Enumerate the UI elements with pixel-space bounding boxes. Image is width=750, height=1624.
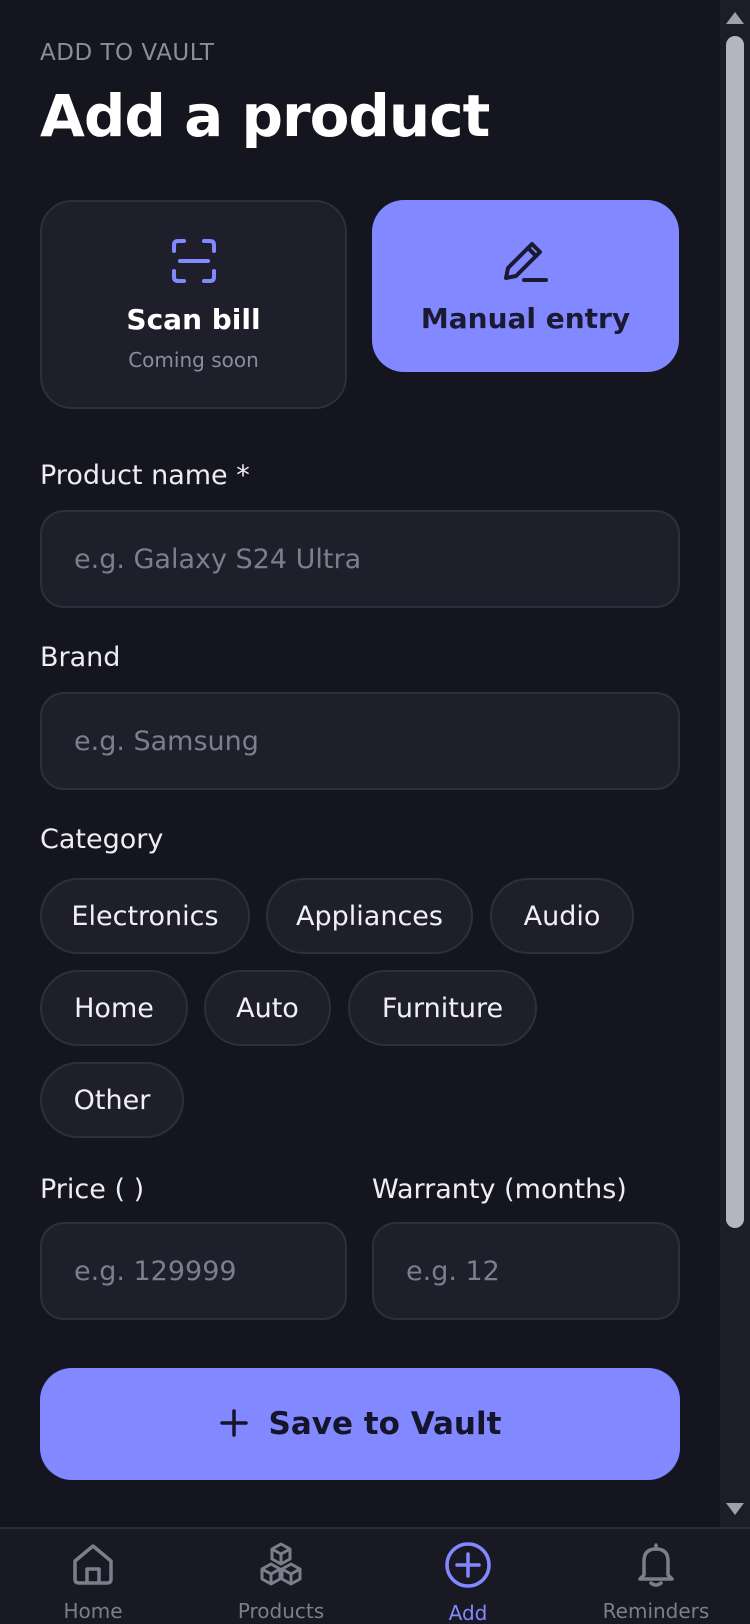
scan-bill-option[interactable]: Scan bill Coming soon [40,200,347,409]
manual-entry-option[interactable]: Manual entry [372,200,679,372]
nav-label-reminders: Reminders [602,1599,710,1623]
scan-icon [170,237,218,289]
nav-item-add[interactable]: Add [393,1541,543,1624]
page-title: Add a product [40,82,490,150]
brand-input[interactable] [40,692,680,790]
bottom-navigation: Home Products Add Reminders [0,1527,750,1624]
product-name-input[interactable] [40,510,680,608]
price-label: Price ( ) [40,1174,145,1205]
category-chip-audio[interactable]: Audio [490,878,634,954]
save-to-vault-button[interactable]: Save to Vault [40,1368,680,1480]
nav-label-add: Add [448,1601,488,1624]
bell-icon [633,1541,679,1591]
save-to-vault-label: Save to Vault [268,1406,502,1442]
home-icon [70,1541,116,1591]
nav-item-products[interactable]: Products [206,1541,356,1623]
scrollbar-thumb[interactable] [726,36,744,1228]
add-circle-icon [444,1541,492,1593]
nav-label-home: Home [63,1599,123,1623]
scroll-up-icon[interactable] [726,12,744,24]
category-label: Category [40,824,164,855]
pencil-icon [502,238,550,288]
scroll-down-icon[interactable] [726,1503,744,1515]
brand-label: Brand [40,642,121,673]
cubes-icon [258,1541,304,1591]
manual-entry-title: Manual entry [420,301,631,335]
scan-bill-subtitle: Coming soon [128,348,259,372]
scrollbar[interactable] [720,0,750,1527]
price-input[interactable] [40,1222,347,1320]
scan-bill-title: Scan bill [126,303,261,336]
plus-icon [219,1403,249,1445]
category-chip-auto[interactable]: Auto [204,970,331,1046]
nav-item-home[interactable]: Home [18,1541,168,1623]
category-chip-furniture[interactable]: Furniture [348,970,537,1046]
nav-item-reminders[interactable]: Reminders [581,1541,731,1623]
category-chip-other[interactable]: Other [40,1062,184,1138]
nav-label-products: Products [237,1599,325,1623]
category-chip-home[interactable]: Home [40,970,188,1046]
warranty-input[interactable] [372,1222,680,1320]
page-eyebrow: ADD TO VAULT [40,40,215,66]
category-chip-appliances[interactable]: Appliances [266,878,473,954]
category-chip-electronics[interactable]: Electronics [40,878,250,954]
product-name-label: Product name * [40,460,250,491]
warranty-label: Warranty (months) [372,1174,627,1205]
